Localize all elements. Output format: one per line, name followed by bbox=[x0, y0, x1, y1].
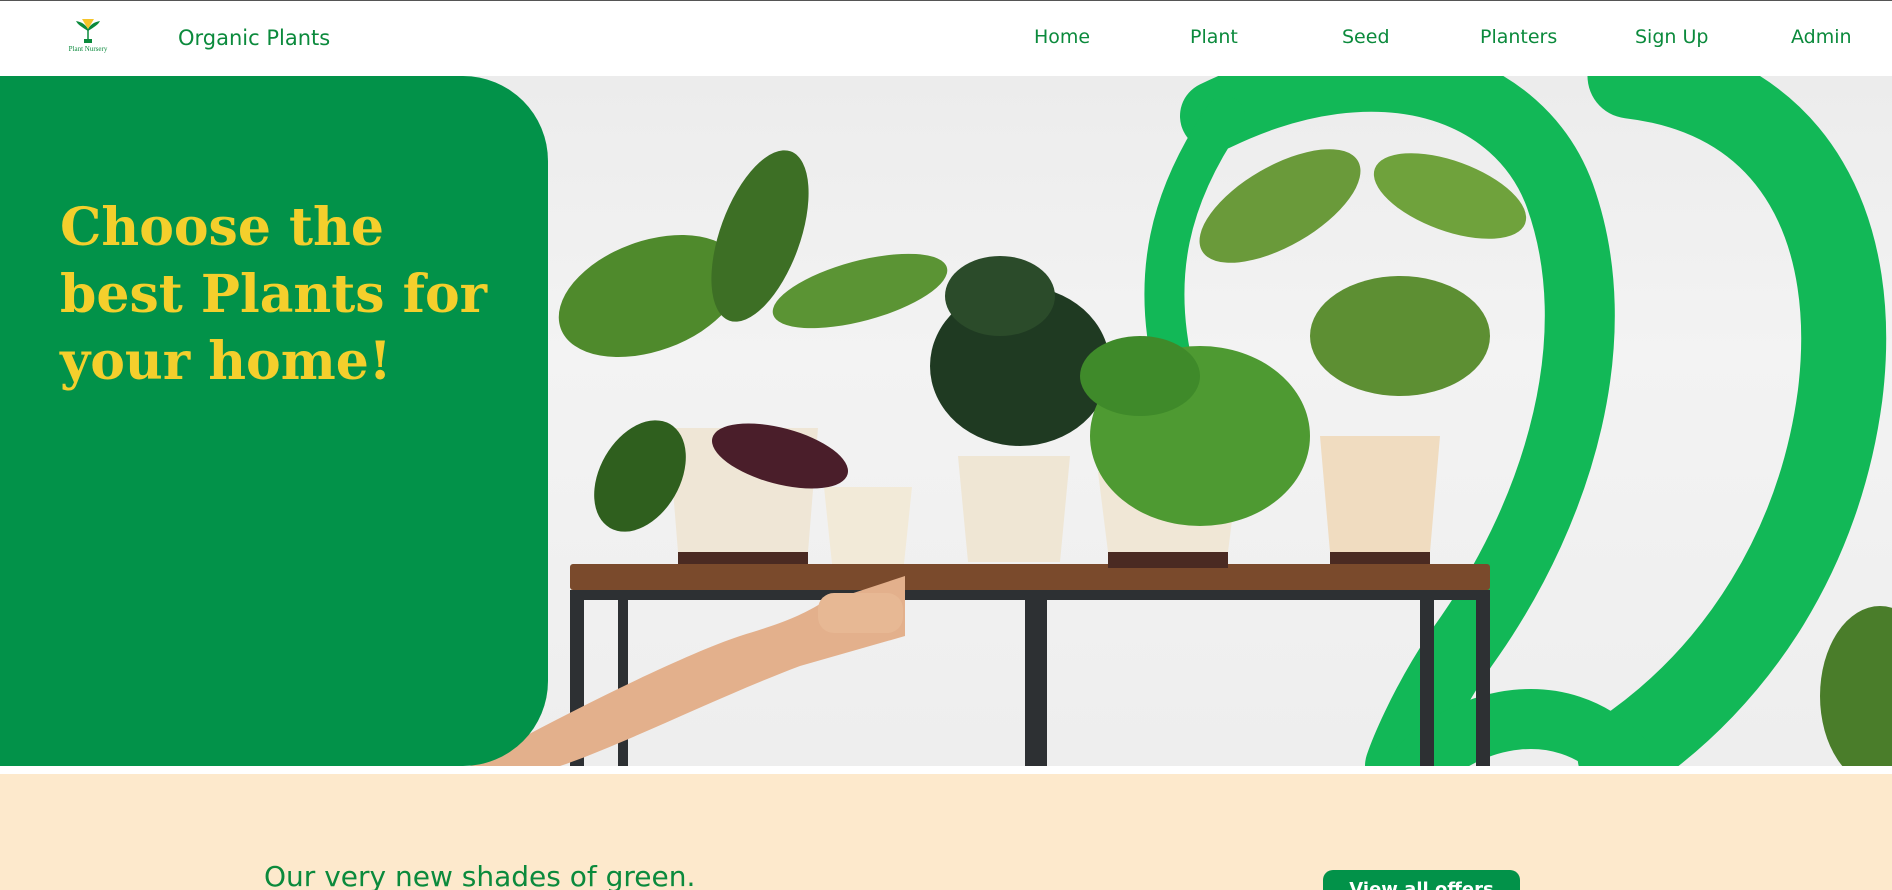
hero-text-panel: Choose the best Plants for your home! bbox=[0, 76, 548, 766]
plant-nursery-logo-icon[interactable]: Plant Nursery bbox=[60, 17, 116, 59]
hero-headline-line-2: best Plants for bbox=[60, 264, 488, 325]
nav-admin[interactable]: Admin bbox=[1791, 26, 1852, 48]
nav-sign-up[interactable]: Sign Up bbox=[1635, 26, 1708, 48]
view-offers-button[interactable]: View all offers bbox=[1323, 870, 1520, 890]
offers-heading: Our very new shades of green. bbox=[264, 860, 696, 890]
offers-band: Our very new shades of green. View all o… bbox=[0, 774, 1892, 890]
logo-text: Plant Nursery bbox=[68, 45, 108, 53]
nav-plant[interactable]: Plant bbox=[1190, 26, 1238, 48]
brand-name[interactable]: Organic Plants bbox=[178, 26, 330, 50]
nav-home[interactable]: Home bbox=[1034, 26, 1090, 48]
navbar: Plant Nursery Organic Plants Home Plant … bbox=[0, 1, 1892, 76]
hero-banner: Choose the best Plants for your home! bbox=[0, 76, 1892, 766]
hero-headline-line-1: Choose the bbox=[60, 197, 384, 258]
nav-seed[interactable]: Seed bbox=[1342, 26, 1390, 48]
hero-headline: Choose the best Plants for your home! bbox=[60, 194, 530, 395]
nav-planters[interactable]: Planters bbox=[1480, 26, 1557, 48]
hero-headline-line-3: your home! bbox=[60, 331, 392, 392]
